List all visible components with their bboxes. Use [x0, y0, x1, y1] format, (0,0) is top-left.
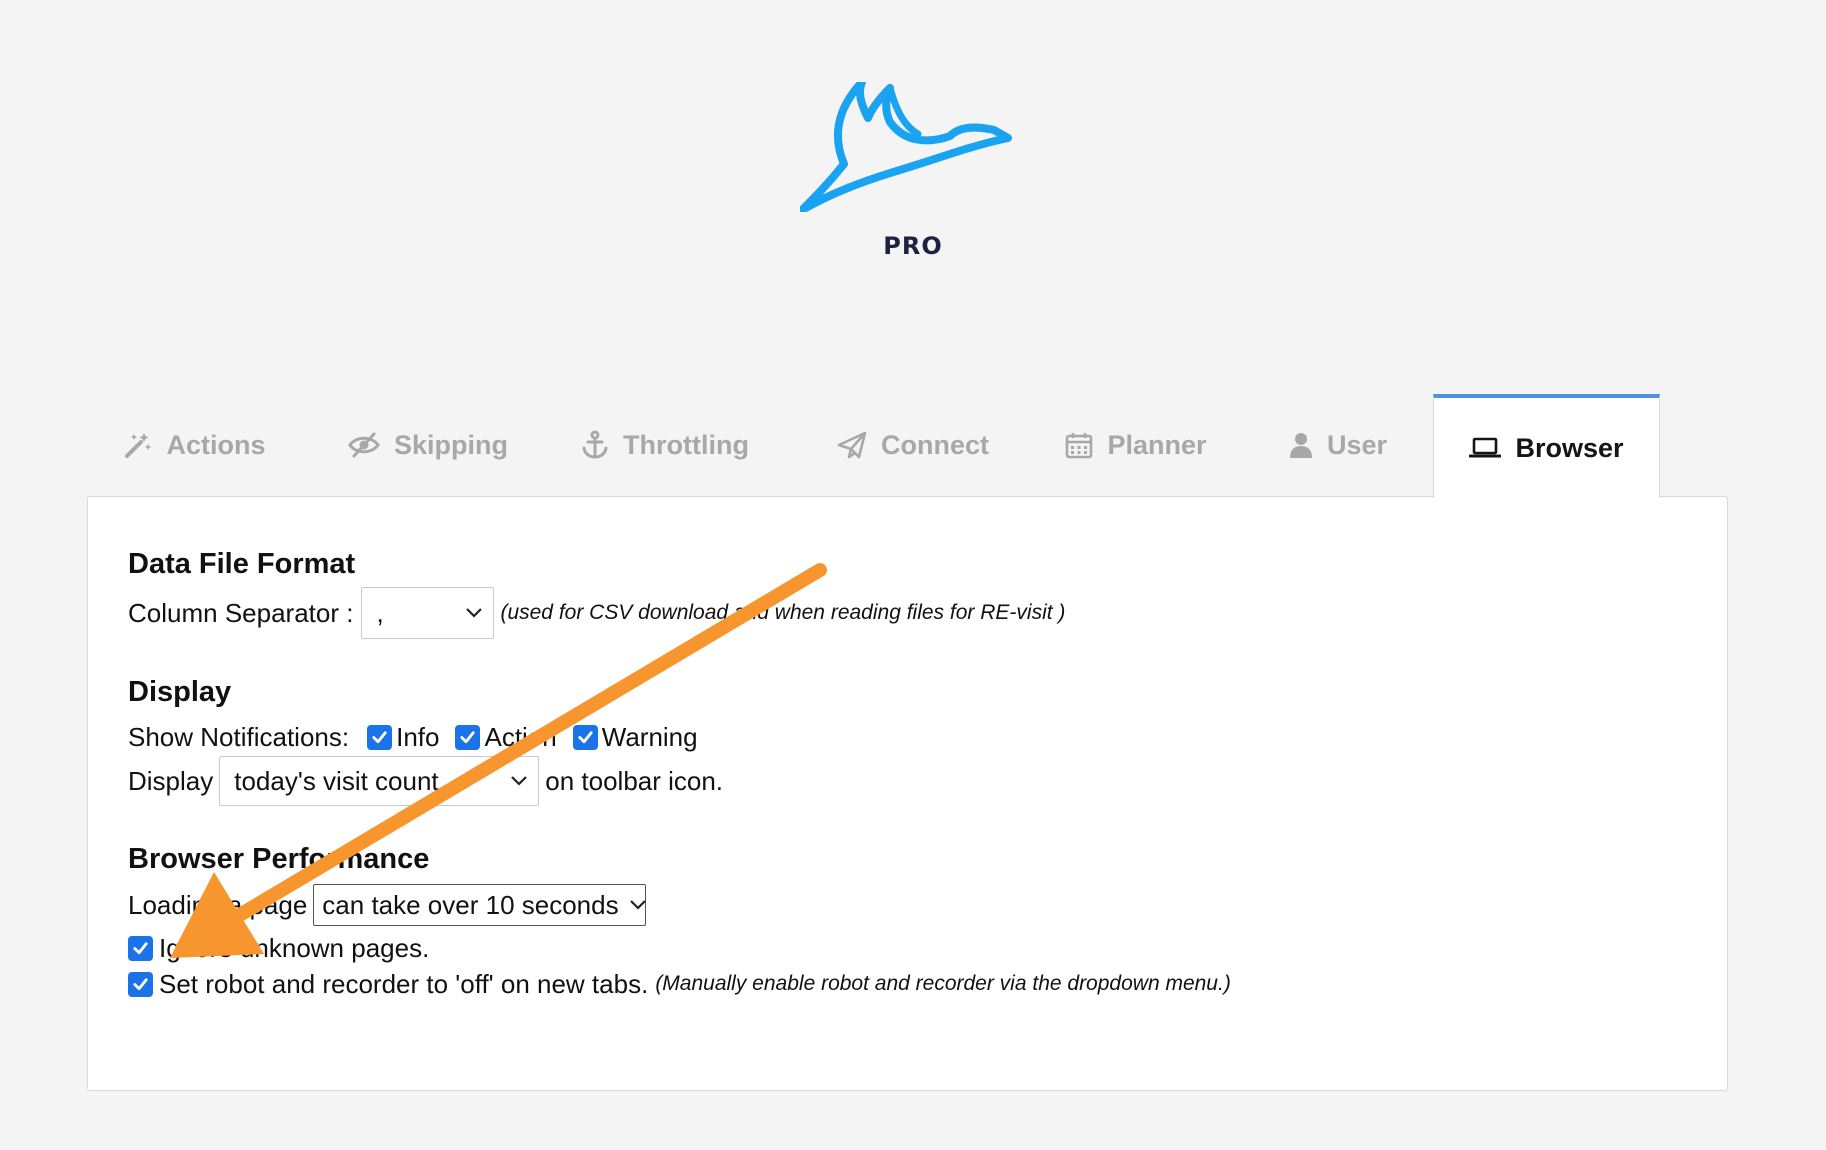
tab-user[interactable]: User	[1274, 394, 1402, 496]
tab-skipping-label: Skipping	[394, 429, 508, 460]
tab-user-label: User	[1326, 429, 1388, 460]
chevron-down-icon	[511, 776, 528, 786]
eye-slash-icon	[348, 432, 380, 458]
calendar-icon	[1066, 433, 1093, 459]
column-separator-note: (used for CSV download and when reading …	[500, 601, 1066, 624]
info-label: Info	[396, 721, 440, 752]
display-label: Display	[128, 765, 214, 796]
action-checkbox[interactable]	[455, 724, 481, 750]
user-icon	[1289, 433, 1312, 458]
tab-browser[interactable]: Browser	[1433, 394, 1660, 498]
toolbar-display-select[interactable]: today's visit count	[219, 756, 540, 806]
ignore-unknown-checkbox[interactable]	[128, 935, 153, 961]
robot-off-checkbox[interactable]	[128, 971, 153, 997]
column-separator-value: ,	[376, 597, 384, 628]
settings-tabs: Actions Skipping Throttling Connect Plan…	[88, 394, 1728, 498]
display-heading: Display	[128, 676, 232, 708]
bird-logo-icon	[800, 82, 1012, 212]
laptop-icon	[1469, 437, 1502, 458]
tab-throttling[interactable]: Throttling	[570, 394, 760, 496]
robot-off-row: Set robot and recorder to 'off' on new t…	[128, 968, 1231, 1000]
tab-skipping[interactable]: Skipping	[338, 394, 518, 496]
display-count-row: Display today's visit count on toolbar i…	[128, 756, 723, 806]
tab-connect[interactable]: Connect	[826, 394, 1000, 496]
browser-performance-heading: Browser Performance	[128, 843, 430, 875]
info-checkbox[interactable]	[367, 724, 393, 750]
tab-browser-label: Browser	[1515, 432, 1624, 463]
column-separator-row: Column Separator : , (used for CSV downl…	[128, 587, 1065, 639]
anchor-icon	[582, 430, 608, 459]
chevron-down-icon	[629, 900, 646, 910]
brand-label: PRO	[883, 232, 943, 260]
loading-time-value: can take over 10 seconds	[322, 889, 619, 920]
display-suffix: on toolbar icon.	[545, 765, 724, 796]
paper-plane-icon	[837, 431, 867, 459]
notifications-label: Show Notifications:	[128, 721, 350, 752]
robot-off-label: Set robot and recorder to 'off' on new t…	[159, 968, 649, 999]
loading-time-select[interactable]: can take over 10 seconds	[313, 884, 647, 926]
loading-row: Loading a page can take over 10 seconds	[128, 884, 647, 926]
tab-planner[interactable]: Planner	[1054, 394, 1218, 496]
tab-connect-label: Connect	[881, 429, 989, 460]
notifications-row: Show Notifications: Info Action Warning	[128, 720, 698, 754]
tab-planner-label: Planner	[1107, 429, 1207, 460]
tab-actions-label: Actions	[166, 429, 266, 460]
data-file-format-heading: Data File Format	[128, 548, 356, 580]
column-separator-label: Column Separator :	[128, 597, 354, 628]
magic-wand-icon	[125, 433, 152, 458]
tab-throttling-label: Throttling	[623, 429, 749, 460]
action-label: Action	[484, 721, 557, 752]
warning-label: Warning	[601, 721, 698, 752]
ignore-unknown-label: Ignore unknown pages.	[159, 932, 430, 963]
column-separator-select[interactable]: ,	[361, 587, 495, 639]
robot-off-note: (Manually enable robot and recorder via …	[655, 972, 1231, 995]
tab-actions[interactable]: Actions	[110, 394, 280, 496]
toolbar-display-value: today's visit count	[234, 765, 439, 796]
chevron-down-icon	[466, 608, 483, 618]
warning-checkbox[interactable]	[572, 724, 598, 750]
ignore-unknown-row: Ignore unknown pages.	[128, 932, 429, 964]
loading-label: Loading a page	[128, 889, 308, 920]
